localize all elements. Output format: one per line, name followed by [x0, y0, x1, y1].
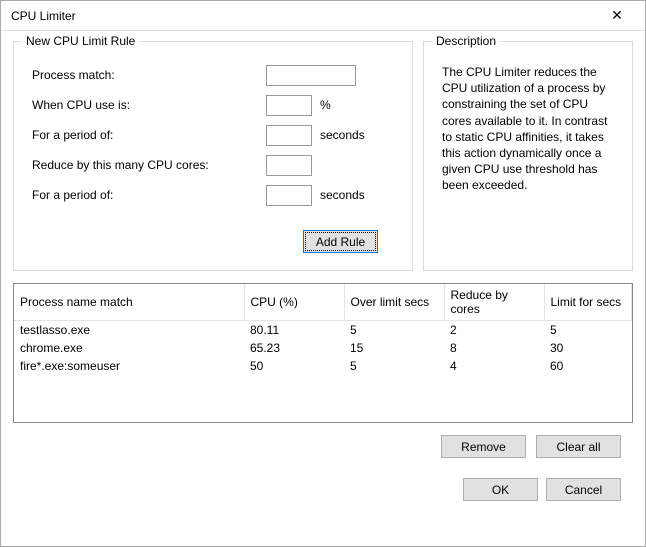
cell-c5: 60 — [544, 357, 632, 375]
cell-c4: 2 — [444, 321, 544, 340]
rules-table[interactable]: Process name match CPU (%) Over limit se… — [13, 283, 633, 423]
table-row[interactable]: fire*.exe:someuser505460 — [14, 357, 632, 375]
col-process-name[interactable]: Process name match — [14, 284, 244, 321]
cell-c4: 4 — [444, 357, 544, 375]
process-match-label: Process match: — [26, 68, 266, 82]
period2-suffix: seconds — [320, 188, 365, 202]
period1-suffix: seconds — [320, 128, 365, 142]
window-title: CPU Limiter — [11, 9, 597, 23]
titlebar: CPU Limiter ✕ — [1, 1, 645, 31]
period2-input[interactable] — [266, 185, 312, 206]
remove-button[interactable]: Remove — [441, 435, 526, 458]
cell-c5: 30 — [544, 339, 632, 357]
cell-c3: 5 — [344, 357, 444, 375]
cell-c1: testlasso.exe — [14, 321, 244, 340]
col-limit-for[interactable]: Limit for secs — [544, 284, 632, 321]
reduce-input[interactable] — [266, 155, 312, 176]
cell-c2: 65.23 — [244, 339, 344, 357]
table-row[interactable]: testlasso.exe80.11525 — [14, 321, 632, 340]
cell-c1: chrome.exe — [14, 339, 244, 357]
col-reduce-by[interactable]: Reduce by cores — [444, 284, 544, 321]
description-text: The CPU Limiter reduces the CPU utilizat… — [436, 60, 620, 194]
when-cpu-input[interactable] — [266, 95, 312, 116]
ok-button[interactable]: OK — [463, 478, 538, 501]
description-group: Description The CPU Limiter reduces the … — [423, 41, 633, 271]
process-match-input[interactable] — [266, 65, 356, 86]
col-over-limit[interactable]: Over limit secs — [344, 284, 444, 321]
period2-label: For a period of: — [26, 188, 266, 202]
description-legend: Description — [432, 34, 500, 48]
close-icon[interactable]: ✕ — [597, 7, 637, 24]
cell-c2: 80.11 — [244, 321, 344, 340]
cell-c2: 50 — [244, 357, 344, 375]
period1-input[interactable] — [266, 125, 312, 146]
table-row[interactable]: chrome.exe65.2315830 — [14, 339, 632, 357]
add-rule-button[interactable]: Add Rule — [303, 230, 378, 253]
cell-c4: 8 — [444, 339, 544, 357]
cell-c1: fire*.exe:someuser — [14, 357, 244, 375]
col-cpu[interactable]: CPU (%) — [244, 284, 344, 321]
when-cpu-label: When CPU use is: — [26, 98, 266, 112]
reduce-label: Reduce by this many CPU cores: — [26, 158, 266, 172]
cell-c3: 15 — [344, 339, 444, 357]
cell-c5: 5 — [544, 321, 632, 340]
percent-suffix: % — [320, 98, 331, 112]
cell-c3: 5 — [344, 321, 444, 340]
new-rule-group: New CPU Limit Rule Process match: When C… — [13, 41, 413, 271]
clear-all-button[interactable]: Clear all — [536, 435, 621, 458]
period1-label: For a period of: — [26, 128, 266, 142]
cancel-button[interactable]: Cancel — [546, 478, 621, 501]
new-rule-legend: New CPU Limit Rule — [22, 34, 139, 48]
